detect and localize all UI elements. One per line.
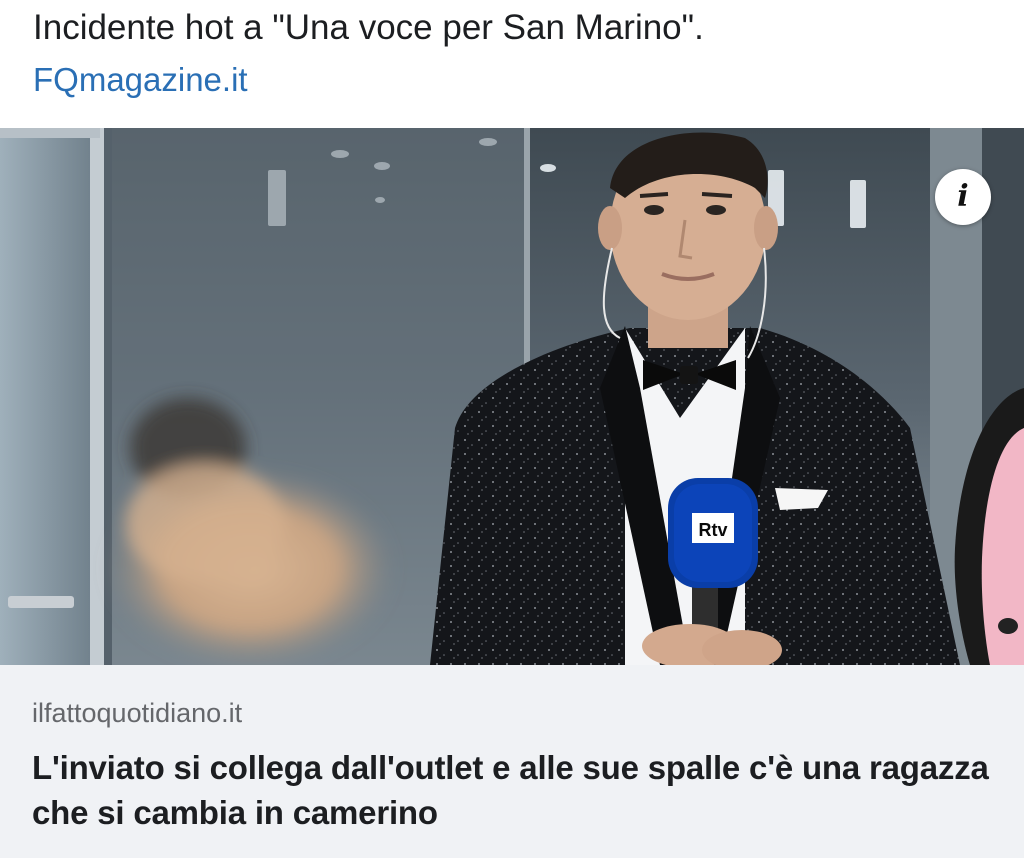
- card-footer[interactable]: ilfattoquotidiano.it L'inviato si colleg…: [0, 665, 1024, 858]
- info-icon: i: [957, 179, 969, 214]
- card-title[interactable]: L'inviato si collega dall'outlet e alle …: [32, 745, 1012, 835]
- link-preview-card[interactable]: Rtv i ilfattoquotidiano.it L'inviato si …: [0, 128, 1024, 858]
- ad-info-button[interactable]: i: [935, 169, 991, 225]
- card-domain: ilfattoquotidiano.it: [32, 698, 243, 728]
- post-headline: Incidente hot a "Una voce per San Marino…: [33, 8, 704, 47]
- source-link[interactable]: FQmagazine.it: [33, 58, 248, 102]
- card-image[interactable]: Rtv i: [0, 128, 1024, 665]
- post-header: Incidente hot a "Una voce per San Marino…: [0, 0, 1024, 128]
- microphone-label: Rtv: [698, 520, 727, 540]
- reporter-photo: Rtv: [0, 128, 1024, 665]
